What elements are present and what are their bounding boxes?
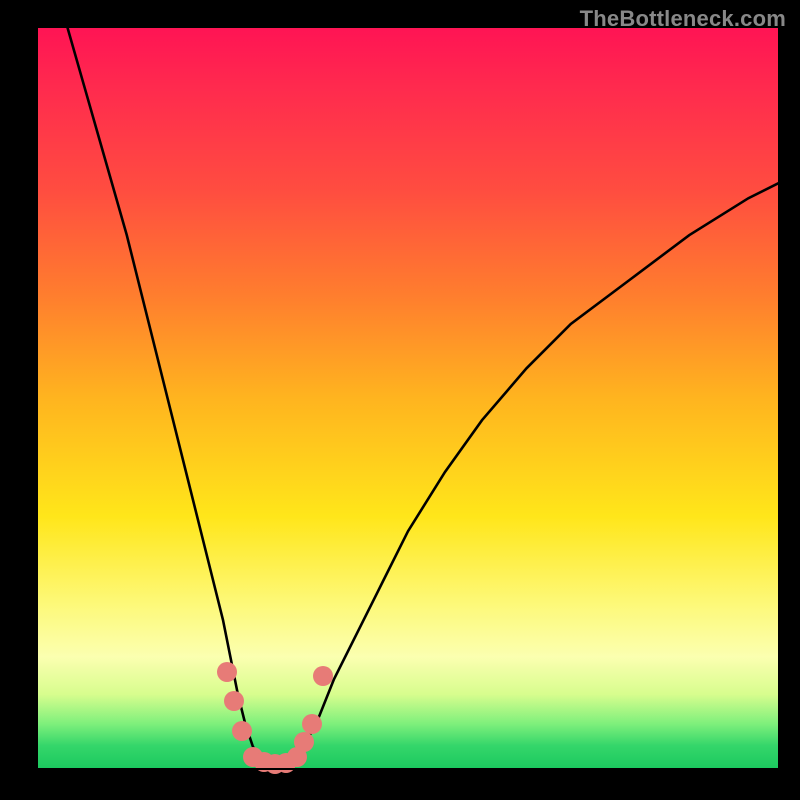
highlight-dot bbox=[294, 732, 314, 752]
highlighted-dots-layer bbox=[38, 28, 778, 768]
x-axis bbox=[36, 768, 778, 770]
chart-frame: TheBottleneck.com bbox=[0, 0, 800, 800]
plot-area bbox=[38, 28, 778, 768]
highlight-dot bbox=[313, 666, 333, 686]
y-axis bbox=[36, 28, 38, 770]
highlight-dot bbox=[302, 714, 322, 734]
highlight-dot bbox=[232, 721, 252, 741]
highlight-dot bbox=[217, 662, 237, 682]
highlight-dot bbox=[224, 691, 244, 711]
